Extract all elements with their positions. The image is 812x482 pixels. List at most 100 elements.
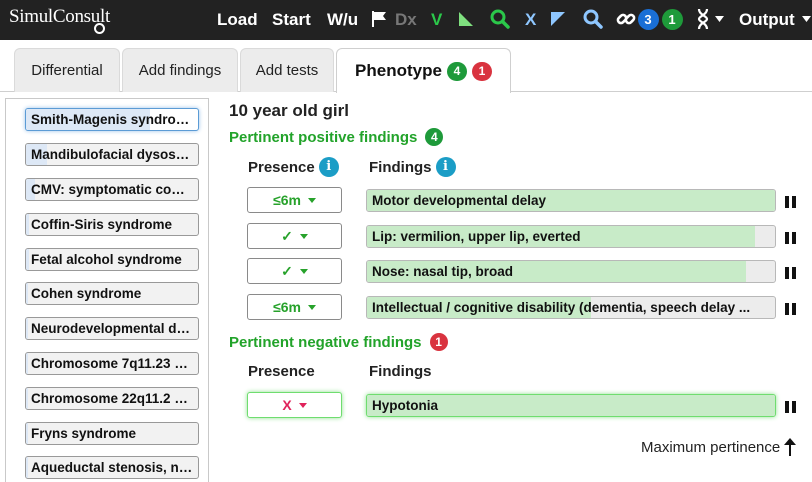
up-arrow-icon bbox=[784, 438, 797, 456]
top-toolbar: SimulConsult Load Start W/u Dx V X 3 1 O… bbox=[0, 0, 812, 40]
link-icon[interactable] bbox=[615, 8, 637, 30]
output-button[interactable]: Output bbox=[739, 10, 795, 30]
finding-label: Nose: nasal tip, broad bbox=[372, 264, 514, 279]
diagnosis-item[interactable]: Chromosome 22q11.2 deletion bbox=[25, 387, 199, 410]
tab-label: Add tests bbox=[255, 62, 319, 79]
presence-dropdown[interactable]: ✓ bbox=[247, 223, 342, 249]
diagnosis-item[interactable]: CMV: symptomatic congenital bbox=[25, 178, 199, 201]
tab-bar: Differential Add findings Add tests Phen… bbox=[0, 40, 812, 93]
differential-diagnosis-list: Smith-Magenis syndrome Mandibulofacial dy… bbox=[5, 98, 209, 482]
diagnosis-label: Coffin-Siris syndrome bbox=[31, 217, 173, 232]
tab-add-findings[interactable]: Add findings bbox=[122, 48, 238, 92]
diagnosis-label: Fryns syndrome bbox=[31, 426, 137, 441]
finding-bar[interactable]: Lip: vermilion, upper lip, everted bbox=[366, 225, 776, 248]
diagnosis-label: Neurodevelopmental disorder bbox=[31, 321, 198, 336]
search-blue-icon[interactable] bbox=[582, 8, 604, 30]
caret-down-icon bbox=[298, 402, 307, 408]
diagnosis-label: Chromosome 22q11.2 deletion bbox=[31, 391, 199, 406]
tab-label: Differential bbox=[31, 62, 103, 79]
negative-count-badge: 1 bbox=[471, 61, 492, 81]
diagnosis-item[interactable]: Chromosome 7q11.23 duplication bbox=[25, 352, 199, 375]
caret-down-icon bbox=[299, 233, 308, 239]
dna-icon[interactable] bbox=[695, 8, 711, 30]
patient-description: 10 year old girl bbox=[229, 101, 349, 120]
link-count-badge-green: 1 bbox=[660, 8, 684, 30]
start-button[interactable]: Start bbox=[272, 10, 311, 30]
negative-findings-title: Pertinent negative findings 1 bbox=[229, 333, 448, 351]
likelihood-bar bbox=[26, 457, 28, 478]
dna-chevron-down-icon[interactable] bbox=[713, 8, 725, 30]
finding-label: Motor developmental delay bbox=[372, 193, 547, 208]
presence-header: Presence i bbox=[248, 157, 339, 177]
presence-dropdown[interactable]: ≤6m bbox=[247, 187, 342, 213]
finding-label: Lip: vermilion, upper lip, everted bbox=[372, 229, 581, 244]
finding-bar[interactable]: Motor developmental delay bbox=[366, 189, 776, 212]
presence-value: ≤6m bbox=[273, 299, 301, 315]
tab-add-tests[interactable]: Add tests bbox=[240, 48, 334, 92]
presence-value: X bbox=[282, 397, 292, 413]
diagnosis-item[interactable]: Fetal alcohol syndrome bbox=[25, 248, 199, 271]
likelihood-bar bbox=[26, 318, 28, 339]
diagnosis-label: Smith-Magenis syndrome bbox=[31, 112, 196, 127]
positive-findings-title: Pertinent positive findings 4 bbox=[229, 128, 444, 146]
workup-button[interactable]: W/u bbox=[327, 10, 358, 30]
triangle-blue-icon[interactable] bbox=[549, 8, 567, 30]
positive-count-badge: 4 bbox=[425, 128, 444, 146]
finding-bar[interactable]: Nose: nasal tip, broad bbox=[366, 260, 776, 283]
app-logo[interactable]: SimulConsult bbox=[9, 6, 110, 34]
pause-icon[interactable] bbox=[785, 303, 797, 315]
pause-icon[interactable] bbox=[785, 267, 797, 279]
search-green-icon[interactable] bbox=[489, 8, 511, 30]
tab-differential[interactable]: Differential bbox=[14, 48, 120, 92]
tab-label: Phenotype bbox=[355, 61, 442, 80]
findings-info-icon[interactable]: i bbox=[435, 157, 456, 177]
presence-dropdown[interactable]: ✓ bbox=[247, 258, 342, 284]
triangle-green-icon[interactable] bbox=[457, 8, 475, 30]
likelihood-bar bbox=[26, 249, 30, 270]
positive-count-badge: 4 bbox=[446, 61, 467, 81]
caret-down-icon bbox=[307, 197, 316, 203]
diagnosis-item[interactable]: Fryns syndrome bbox=[25, 422, 199, 445]
diagnosis-item[interactable]: Mandibulofacial dysostosis bbox=[25, 143, 199, 166]
diagnosis-item[interactable]: Smith-Magenis syndrome bbox=[25, 108, 199, 131]
load-button[interactable]: Load bbox=[217, 10, 258, 30]
pause-icon[interactable] bbox=[785, 401, 797, 413]
negative-count-badge: 1 bbox=[429, 333, 448, 351]
diagnosis-label: Mandibulofacial dysostosis bbox=[31, 147, 199, 162]
pause-icon[interactable] bbox=[785, 232, 797, 244]
finding-bar[interactable]: Intellectual / cognitive disability (dem… bbox=[366, 296, 776, 319]
presence-value: ✓ bbox=[281, 262, 293, 279]
diagnosis-item[interactable]: Aqueductal stenosis, nonsyndromic bbox=[25, 456, 199, 479]
findings-header: Findings i bbox=[369, 157, 456, 177]
presence-value: ≤6m bbox=[273, 192, 301, 208]
likelihood-bar bbox=[26, 388, 28, 409]
tab-phenotype[interactable]: Phenotype 4 1 bbox=[336, 48, 511, 93]
presence-info-icon[interactable]: i bbox=[318, 157, 339, 177]
link-count-badge-blue: 3 bbox=[636, 8, 660, 30]
flag-icon[interactable] bbox=[370, 8, 388, 30]
likelihood-bar bbox=[26, 423, 28, 444]
likelihood-bar bbox=[26, 353, 28, 374]
output-chevron-down-icon[interactable] bbox=[801, 8, 812, 30]
diagnosis-label: Chromosome 7q11.23 duplication bbox=[31, 356, 199, 371]
diagnosis-item[interactable]: Coffin-Siris syndrome bbox=[25, 213, 199, 236]
diagnosis-item[interactable]: Cohen syndrome bbox=[25, 282, 199, 305]
diagnosis-label: CMV: symptomatic congenital bbox=[31, 182, 198, 197]
likelihood-bar bbox=[26, 214, 30, 235]
diagnosis-label: Cohen syndrome bbox=[31, 286, 142, 301]
pause-icon[interactable] bbox=[785, 196, 797, 208]
dx-button[interactable]: Dx bbox=[395, 10, 417, 30]
presence-dropdown[interactable]: X bbox=[247, 392, 342, 418]
caret-down-icon bbox=[307, 304, 316, 310]
v-button[interactable]: V bbox=[431, 10, 442, 30]
finding-bar[interactable]: Hypotonia bbox=[366, 394, 776, 417]
findings-header: Findings bbox=[369, 363, 432, 380]
diagnosis-label: Aqueductal stenosis, nonsyndromic bbox=[31, 460, 198, 475]
finding-label: Hypotonia bbox=[372, 398, 438, 413]
presence-dropdown[interactable]: ≤6m bbox=[247, 294, 342, 320]
x-button[interactable]: X bbox=[525, 10, 536, 30]
diagnosis-item[interactable]: Neurodevelopmental disorder bbox=[25, 317, 199, 340]
maximum-pertinence-legend: Maximum pertinence bbox=[641, 438, 797, 456]
caret-down-icon bbox=[299, 268, 308, 274]
presence-header: Presence bbox=[248, 363, 315, 380]
